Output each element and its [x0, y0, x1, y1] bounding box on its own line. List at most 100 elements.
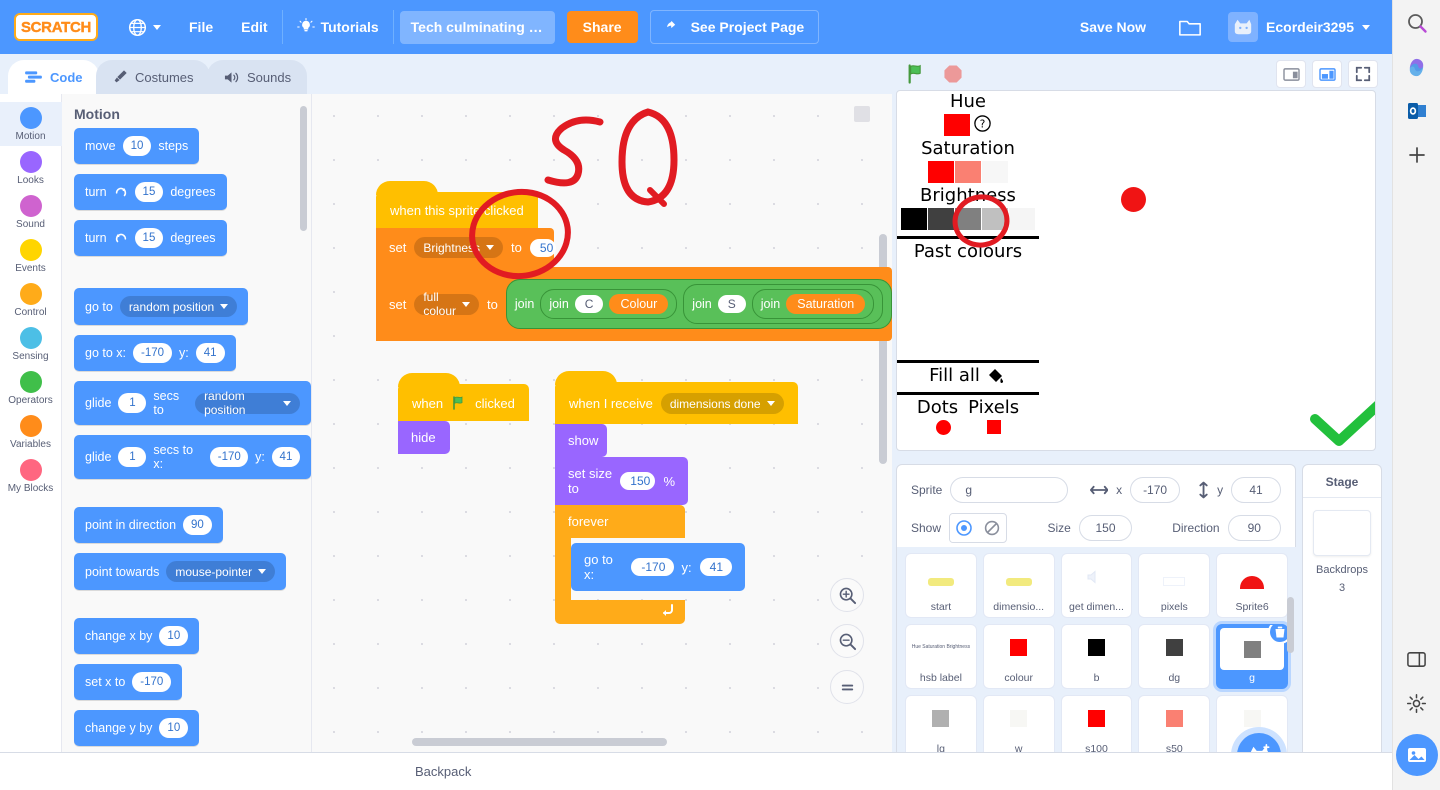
- tab-code[interactable]: Code: [8, 60, 99, 94]
- hue-swatch[interactable]: [944, 114, 970, 136]
- block-turn-counterclockwise[interactable]: turn 15 degrees: [74, 220, 227, 256]
- script-when-sprite-clicked[interactable]: when this sprite clicked set Brightness …: [376, 181, 892, 341]
- glide-target-dropdown[interactable]: random position: [195, 389, 300, 417]
- category-control[interactable]: Control: [0, 278, 62, 322]
- canvas-horizontal-scrollbar[interactable]: [412, 738, 667, 746]
- block-palette[interactable]: Motion move 10 steps turn 15 degrees tur…: [62, 94, 312, 752]
- letter-c-input[interactable]: C: [574, 295, 604, 313]
- x-input[interactable]: -170: [132, 672, 172, 692]
- small-stage-button[interactable]: [1276, 60, 1306, 88]
- brightness-value-input[interactable]: 50: [529, 238, 556, 257]
- scratch-logo[interactable]: SCRATCH: [14, 13, 98, 41]
- brightness-swatch-dark-grey[interactable]: [928, 208, 954, 230]
- full-colour-variable-dropdown[interactable]: full colour: [414, 290, 480, 318]
- x-input[interactable]: -170: [210, 447, 249, 467]
- tab-costumes[interactable]: Costumes: [96, 60, 210, 94]
- category-sound[interactable]: Sound: [0, 190, 62, 234]
- block-change-x-by[interactable]: change x by 10: [74, 618, 200, 654]
- stop-button[interactable]: [942, 63, 964, 85]
- point-towards-dropdown[interactable]: mouse-pointer: [166, 561, 276, 582]
- sprite-card-b[interactable]: b: [1060, 624, 1133, 689]
- block-point-towards[interactable]: point towards mouse-pointer: [74, 553, 287, 590]
- degrees-input[interactable]: 15: [134, 182, 164, 202]
- sprite-card-start[interactable]: start: [905, 553, 977, 618]
- block-forever[interactable]: forever: [555, 505, 685, 538]
- palette-scrollbar[interactable]: [300, 106, 307, 231]
- block-show[interactable]: show: [555, 424, 607, 457]
- edit-menu[interactable]: Edit: [227, 0, 281, 54]
- sprite-card-sprite6[interactable]: Sprite6: [1216, 553, 1288, 618]
- dx-input[interactable]: 10: [159, 626, 189, 646]
- split-screen-icon[interactable]: [1404, 646, 1430, 672]
- file-menu[interactable]: File: [175, 0, 227, 54]
- block-when-green-flag-clicked[interactable]: when clicked: [398, 373, 529, 421]
- sprite-size-input[interactable]: 150: [1078, 515, 1133, 541]
- sprite-name-input[interactable]: g: [950, 477, 1068, 503]
- image-tool-button[interactable]: [1395, 734, 1438, 776]
- copilot-icon[interactable]: [1404, 54, 1430, 80]
- sprite-card-pixels[interactable]: pixels: [1138, 553, 1211, 618]
- fill-all-row[interactable]: Fill all: [897, 365, 1039, 386]
- zoom-out-button[interactable]: [830, 624, 864, 658]
- block-set-brightness[interactable]: set Brightness to 50: [376, 228, 556, 267]
- brightness-variable-dropdown[interactable]: Brightness: [414, 237, 504, 258]
- question-circle-icon[interactable]: ?: [973, 114, 992, 133]
- sprite-card-g[interactable]: g: [1216, 624, 1288, 689]
- letter-s-input[interactable]: S: [717, 295, 746, 313]
- x-input[interactable]: -170: [133, 343, 173, 363]
- block-go-to-xy-inner[interactable]: go to x: -170 y: 41: [571, 543, 745, 591]
- zoom-reset-button[interactable]: [830, 670, 864, 704]
- saturation-swatch-50[interactable]: [955, 161, 981, 183]
- sprite-card-dimensions[interactable]: dimensio...: [982, 553, 1055, 618]
- variable-saturation[interactable]: Saturation: [786, 294, 866, 314]
- block-join-colour[interactable]: join C Colour: [540, 289, 678, 319]
- project-name-input[interactable]: Tech culminating instruct...: [399, 10, 555, 44]
- script-when-i-receive[interactable]: when I receive dimensions done show set …: [555, 371, 798, 624]
- sprite-list-scrollbar[interactable]: [1287, 597, 1294, 653]
- account-menu[interactable]: Ecordeir3295: [1220, 0, 1378, 54]
- save-now-button[interactable]: Save Now: [1066, 0, 1160, 54]
- category-my-blocks[interactable]: My Blocks: [0, 454, 62, 498]
- secs-input[interactable]: 1: [118, 447, 147, 467]
- dots-label[interactable]: Dots: [917, 397, 958, 418]
- sprite-card-w[interactable]: w: [982, 695, 1055, 760]
- sprite-card-hsb-label[interactable]: Hue Saturation Brightness hsb label: [905, 624, 977, 689]
- dy-input[interactable]: 10: [159, 718, 189, 738]
- block-set-full-colour[interactable]: set full colour to join join C Colour jo…: [376, 267, 892, 341]
- pixels-swatch[interactable]: [986, 420, 1001, 434]
- search-icon[interactable]: [1404, 10, 1430, 36]
- brightness-swatch-white[interactable]: [1009, 208, 1035, 230]
- sprite-card-s50[interactable]: s50: [1138, 695, 1211, 760]
- plus-icon[interactable]: [1404, 142, 1430, 168]
- block-turn-clockwise[interactable]: turn 15 degrees: [74, 174, 227, 210]
- block-when-this-sprite-clicked[interactable]: when this sprite clicked: [376, 181, 538, 228]
- sprite-card-get-dimensions[interactable]: get dimen...: [1060, 553, 1133, 618]
- variable-colour[interactable]: Colour: [609, 294, 669, 314]
- block-move-steps[interactable]: move 10 steps: [74, 128, 200, 164]
- share-button[interactable]: Share: [566, 11, 638, 43]
- saturation-swatch-100[interactable]: [928, 161, 954, 183]
- block-point-in-direction[interactable]: point in direction 90: [74, 507, 223, 543]
- settings-icon[interactable]: [1404, 690, 1430, 716]
- block-when-i-receive[interactable]: when I receive dimensions done: [555, 371, 798, 424]
- code-canvas[interactable]: when this sprite clicked set Brightness …: [312, 94, 892, 752]
- block-change-y-by[interactable]: change y by 10: [74, 710, 200, 746]
- check-mark-sprite[interactable]: [1309, 389, 1376, 451]
- saturation-swatch-0[interactable]: [982, 161, 1008, 183]
- tutorials-menu[interactable]: Tutorials: [283, 0, 393, 54]
- block-glide-xy[interactable]: glide 1 secs to x: -170 y: 41: [74, 435, 311, 479]
- show-visible-button[interactable]: [950, 514, 979, 542]
- direction-input[interactable]: 90: [183, 515, 212, 535]
- category-sensing[interactable]: Sensing: [0, 322, 62, 366]
- broadcast-message-dropdown[interactable]: dimensions done: [660, 393, 784, 414]
- block-glide-to[interactable]: glide 1 secs to random position: [74, 381, 311, 425]
- go-to-target-dropdown[interactable]: random position: [119, 296, 238, 317]
- degrees-input[interactable]: 15: [134, 228, 164, 248]
- stage-selector[interactable]: Stage Backdrops 3: [1302, 464, 1382, 786]
- fullscreen-button[interactable]: [1348, 60, 1378, 88]
- stage-thumbnail[interactable]: [1313, 510, 1371, 556]
- sprite-list[interactable]: start dimensio... get dimen... pixels Sp…: [897, 547, 1296, 786]
- sprite-direction-input[interactable]: 90: [1227, 515, 1281, 541]
- block-set-size-to[interactable]: set size to 150 %: [555, 457, 688, 505]
- brightness-swatch-black[interactable]: [901, 208, 927, 230]
